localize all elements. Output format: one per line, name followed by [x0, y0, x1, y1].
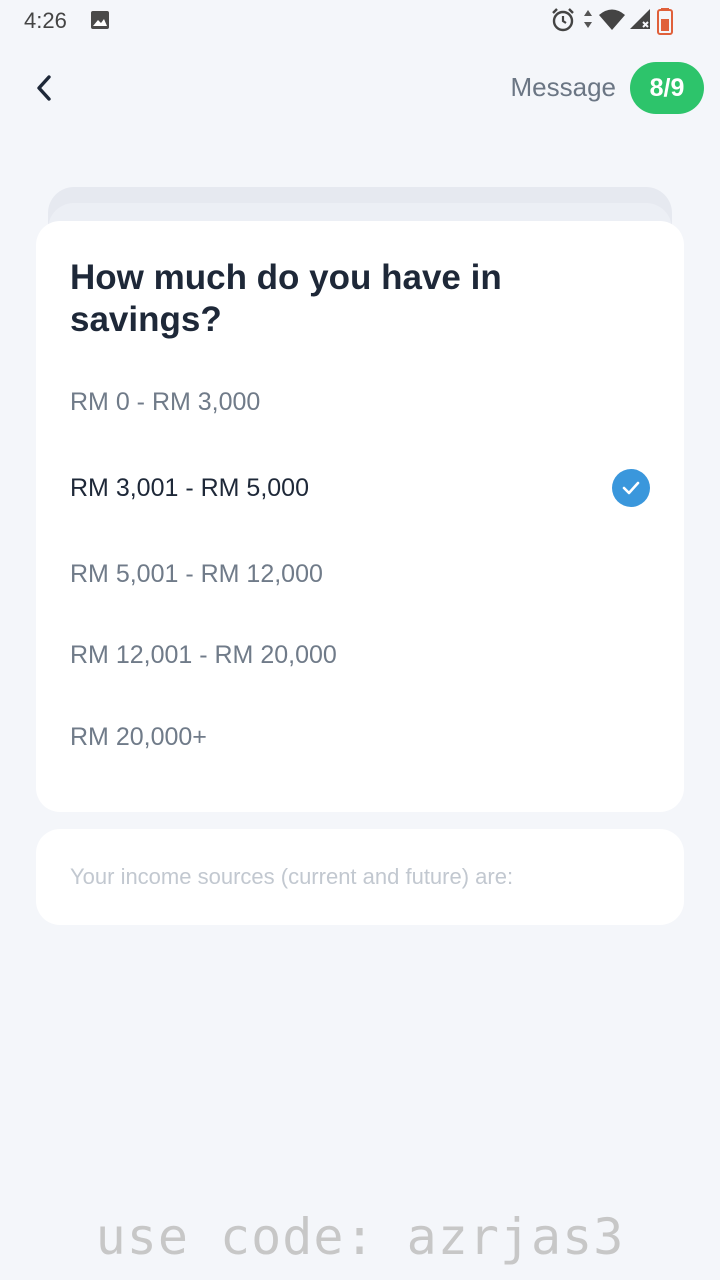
status-bar: 4:26 — [0, 0, 720, 42]
image-icon — [90, 10, 110, 35]
option-rm-5001-12000[interactable]: RM 5,001 - RM 12,000 — [36, 542, 684, 606]
step-badge: 8/9 — [630, 62, 704, 114]
question-card: How much do you have in savings? RM 0 - … — [36, 221, 684, 812]
signal-icon — [630, 9, 650, 29]
alarm-icon — [552, 8, 574, 32]
option-label: RM 20,000+ — [70, 723, 207, 751]
option-label: RM 12,001 - RM 20,000 — [70, 641, 337, 669]
chevron-left-icon — [37, 75, 51, 101]
header: Message 8/9 — [0, 58, 720, 118]
watermark-text: use code: azrjas3 — [95, 1208, 625, 1266]
status-time: 4:26 — [24, 8, 67, 33]
option-rm-12001-20000[interactable]: RM 12,001 - RM 20,000 — [36, 623, 684, 687]
message-label[interactable]: Message — [511, 72, 617, 103]
option-rm-3001-5000[interactable]: RM 3,001 - RM 5,000 — [36, 456, 684, 520]
option-label: RM 5,001 - RM 12,000 — [70, 560, 323, 588]
option-rm-0-3000[interactable]: RM 0 - RM 3,000 — [36, 370, 684, 434]
question-title: How much do you have in savings? — [70, 258, 502, 339]
selected-check-icon — [612, 469, 650, 507]
back-button[interactable] — [26, 70, 62, 106]
next-question-card: Your income sources (current and future)… — [36, 829, 684, 925]
option-label: RM 0 - RM 3,000 — [70, 388, 261, 416]
battery-icon — [657, 8, 673, 35]
wifi-icon — [599, 9, 625, 30]
next-question-text: Your income sources (current and future)… — [70, 864, 514, 889]
option-label: RM 3,001 - RM 5,000 — [70, 474, 309, 502]
data-arrows-icon — [584, 10, 592, 28]
option-rm-20000-plus[interactable]: RM 20,000+ — [36, 705, 684, 769]
